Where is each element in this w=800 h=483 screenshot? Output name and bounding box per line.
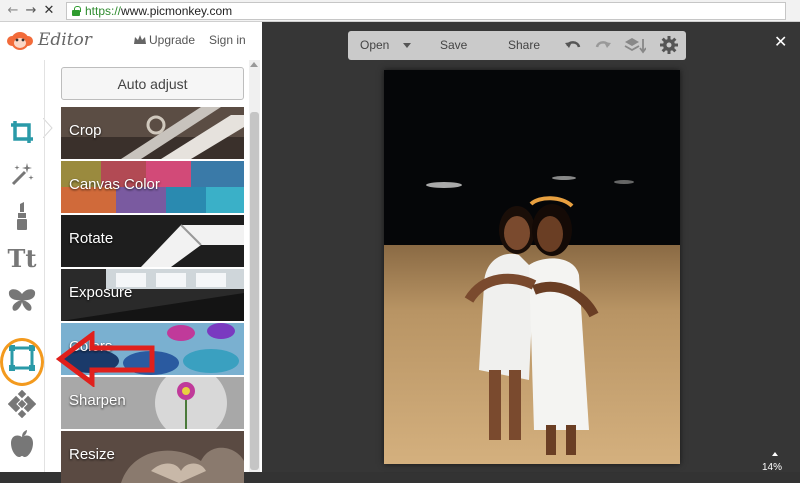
tile-rotate[interactable]: Rotate <box>61 215 244 267</box>
tile-label: Crop <box>69 122 102 139</box>
tile-label: Exposure <box>69 284 133 301</box>
logo-text: Editor <box>38 30 92 50</box>
open-dropdown-caret-icon[interactable] <box>403 43 411 48</box>
annotation-arrow <box>56 331 155 387</box>
apple-icon[interactable] <box>6 428 38 460</box>
tile-crop[interactable]: Crop <box>61 107 244 159</box>
annotation-circle <box>0 338 44 386</box>
upgrade-label: Upgrade <box>149 33 196 47</box>
panel-divider <box>44 60 45 472</box>
open-button[interactable]: Open <box>360 38 389 52</box>
panel-scrollbar[interactable] <box>249 60 260 472</box>
scroll-thumb[interactable] <box>250 112 259 470</box>
magic-wand-icon[interactable] <box>6 158 38 190</box>
panel-header: Editor Upgrade Sign in <box>0 22 262 60</box>
address-bar[interactable]: https:// www.picmonkey.com <box>66 1 786 20</box>
undo-icon[interactable] <box>564 36 582 54</box>
layers-icon[interactable] <box>624 36 646 54</box>
scroll-up-arrow-icon[interactable] <box>250 62 258 67</box>
browser-toolbar: ← → ✕ https:// www.picmonkey.com <box>0 0 800 22</box>
forward-arrow-icon[interactable]: → <box>22 2 40 20</box>
zoom-level[interactable]: 14% <box>762 462 782 473</box>
edit-panel: Editor Upgrade Sign in Tt Auto adjust Cr… <box>0 22 262 483</box>
text-icon[interactable]: Tt <box>6 242 38 274</box>
upgrade-link[interactable]: Upgrade <box>134 33 195 47</box>
photo-canvas[interactable] <box>384 70 680 464</box>
texture-icon[interactable] <box>6 388 38 420</box>
redo-icon[interactable] <box>594 36 612 54</box>
tile-exposure[interactable]: Exposure <box>61 269 244 321</box>
tile-label: Rotate <box>69 230 114 247</box>
crop-icon[interactable] <box>6 116 38 148</box>
top-toolbar: Open Save Share <box>348 31 686 60</box>
editor-app: Editor Upgrade Sign in Tt Auto adjust Cr… <box>0 22 800 483</box>
url-protocol: https:// <box>85 3 122 18</box>
url-host: www.picmonkey.com <box>121 3 233 18</box>
beach-photo <box>384 70 680 464</box>
auto-adjust-button[interactable]: Auto adjust <box>61 67 244 100</box>
crown-icon <box>134 35 146 44</box>
lipstick-icon[interactable] <box>6 200 38 232</box>
gear-icon[interactable] <box>660 36 678 54</box>
tile-label: Sharpen <box>69 392 126 409</box>
sign-in-link[interactable]: Sign in <box>209 33 246 47</box>
tile-label: Resize <box>69 446 115 463</box>
tool-sidebar: Tt <box>0 60 44 472</box>
zoom-expand-caret-icon[interactable] <box>772 452 778 456</box>
stop-icon[interactable]: ✕ <box>40 2 58 20</box>
back-arrow-icon[interactable]: ← <box>4 2 22 20</box>
share-button[interactable]: Share <box>508 38 540 52</box>
tile-canvas-color[interactable]: Canvas Color <box>61 161 244 213</box>
butterfly-icon[interactable] <box>6 284 38 316</box>
save-button[interactable]: Save <box>440 38 467 52</box>
close-editor-icon[interactable]: ✕ <box>774 32 787 51</box>
tile-label: Canvas Color <box>69 176 160 193</box>
picmonkey-logo-icon[interactable] <box>6 30 34 52</box>
lock-icon <box>71 5 81 16</box>
tile-resize[interactable]: Resize <box>61 431 244 483</box>
